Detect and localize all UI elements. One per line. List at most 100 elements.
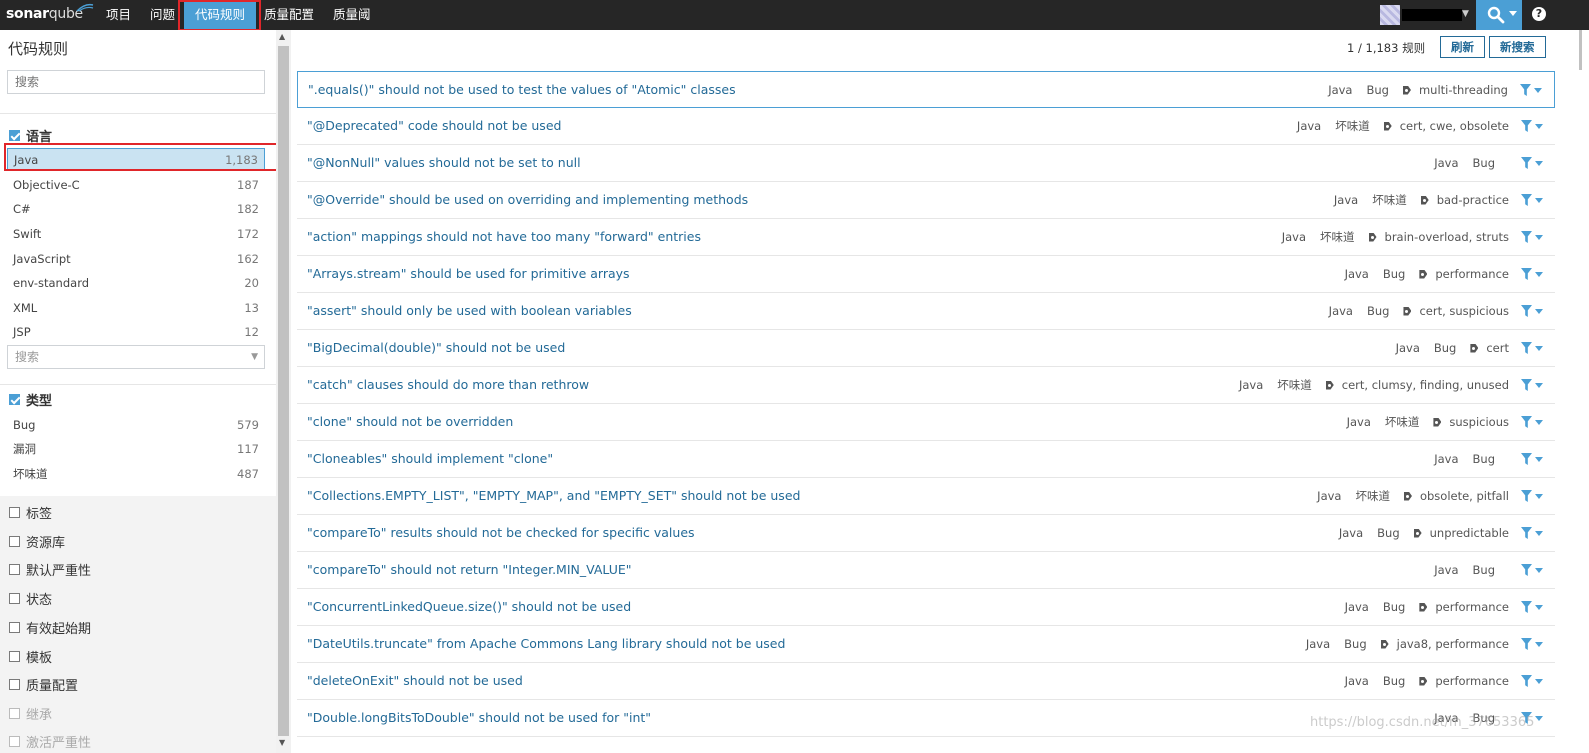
nav-projects[interactable]: 项目 [106,0,131,30]
rule-title-link[interactable]: "Arrays.stream" should be used for primi… [307,256,630,292]
facet-item-csharp[interactable]: C# 182 [7,198,265,220]
filter-dropdown-icon[interactable] [1520,84,1542,98]
rule-row[interactable]: "compareTo" should not return "Integer.M… [297,552,1555,589]
rule-title-link[interactable]: "catch" clauses should do more than reth… [307,367,589,403]
rule-row[interactable]: "Arrays.stream" should be used for primi… [297,256,1555,293]
rule-title-link[interactable]: "ConcurrentLinkedQueue.size()" should no… [307,589,631,625]
sonarqube-logo[interactable]: sonarqube [6,3,94,24]
filter-dropdown-icon[interactable] [1521,231,1543,245]
rule-tags[interactable]: suspicious [1449,404,1509,440]
rule-title-link[interactable]: ".equals()" should not be used to test t… [308,72,736,108]
checkbox-icon[interactable] [9,563,20,575]
rule-row[interactable]: "compareTo" results should not be checke… [297,515,1555,552]
checkbox-icon[interactable] [9,650,20,662]
facet-item-javascript[interactable]: JavaScript 162 [7,248,265,270]
facet-item-swift[interactable]: Swift 172 [7,223,265,245]
facet-item-jsp[interactable]: JSP 12 [7,321,265,343]
scrollbar-thumb[interactable] [1579,30,1582,70]
rule-row[interactable]: "clone" should not be overridden Java 坏味道 s… [297,404,1555,441]
filter-dropdown-icon[interactable] [1521,379,1543,393]
rule-tags[interactable]: performance [1435,589,1509,625]
facet-template-header[interactable]: 模板 [9,648,52,666]
rule-tags[interactable]: multi-threading [1419,72,1508,108]
rule-row[interactable]: "DateUtils.truncate" from Apache Commons… [297,626,1555,663]
rule-tags[interactable]: java8, performance [1397,626,1509,662]
rule-row[interactable]: "ConcurrentLinkedQueue.size()" should no… [297,589,1555,626]
filter-dropdown-icon[interactable] [1521,194,1543,208]
rule-title-link[interactable]: "@NonNull" values should not be set to n… [307,145,581,181]
scroll-down-icon[interactable]: ▼ [279,738,285,747]
filter-dropdown-icon[interactable] [1521,564,1543,578]
rule-title-link[interactable]: "BigDecimal(double)" should not be used [307,330,565,366]
nav-issues[interactable]: 问题 [150,0,175,30]
user-menu-caret-icon[interactable]: ▼ [1462,9,1469,19]
filter-dropdown-icon[interactable] [1521,342,1543,356]
filter-dropdown-icon[interactable] [1521,675,1543,689]
rule-tags[interactable]: unpredictable [1430,515,1509,551]
main-scrollbar[interactable] [1572,30,1589,753]
scroll-up-icon[interactable]: ▲ [279,32,285,41]
filter-dropdown-icon[interactable] [1521,490,1543,504]
rule-row[interactable]: "Cloneables" should implement "clone" Jav… [297,441,1555,478]
facet-status-header[interactable]: 状态 [9,590,52,608]
user-name-redacted[interactable] [1402,9,1462,21]
user-avatar[interactable] [1380,5,1400,25]
filter-dropdown-icon[interactable] [1521,527,1543,541]
facet-tags-header[interactable]: 标签 [9,504,52,522]
facet-quality-profile-header[interactable]: 质量配置 [9,676,78,694]
rule-title-link[interactable]: "deleteOnExit" should not be used [307,663,523,699]
checkbox-icon[interactable] [9,678,20,690]
filter-dropdown-icon[interactable] [1521,268,1543,282]
rule-row[interactable]: "@Override" should be used on overriding… [297,182,1555,219]
checkbox-icon[interactable] [9,506,20,518]
facet-item-env-standard[interactable]: env-standard 20 [7,272,265,294]
rule-title-link[interactable]: "Cloneables" should implement "clone" [307,441,553,477]
rule-tags[interactable]: cert [1486,330,1509,366]
checkbox-checked-icon[interactable] [9,129,20,141]
facet-item-objective-c[interactable]: Objective-C 187 [7,174,265,196]
rule-title-link[interactable]: "action" mappings should not have too ma… [307,219,701,255]
checkbox-icon[interactable] [9,535,20,547]
rule-title-link[interactable]: "@Override" should be used on overriding… [307,182,748,218]
filter-dropdown-icon[interactable] [1521,120,1543,134]
global-search-button[interactable] [1476,0,1522,30]
rule-title-link[interactable]: "@Deprecated" code should not be used [307,108,561,144]
rule-title-link[interactable]: "compareTo" should not return "Integer.M… [307,552,632,588]
filter-dropdown-icon[interactable] [1521,601,1543,615]
sidebar-scrollbar[interactable]: ▲ ▼ [276,30,291,753]
filter-dropdown-icon[interactable] [1521,416,1543,430]
rule-tags[interactable]: cert, suspicious [1419,293,1509,329]
rule-tags[interactable]: performance [1435,256,1509,292]
rule-row[interactable]: "@NonNull" values should not be set to n… [297,145,1555,182]
checkbox-icon[interactable] [9,621,20,633]
facet-item-bug[interactable]: Bug 579 [7,414,265,436]
checkbox-checked-icon[interactable] [9,393,20,405]
facet-item-java[interactable]: Java 1,183 [7,148,265,170]
scrollbar-thumb[interactable] [278,46,289,736]
facet-item-vulnerability[interactable]: 漏洞 117 [7,438,265,460]
rule-tags[interactable]: cert, clumsy, finding, unused [1342,367,1509,403]
facet-item-code-smell[interactable]: 坏味道 487 [7,463,265,485]
rule-tags[interactable]: obsolete, pitfall [1420,478,1509,514]
rule-row[interactable]: "action" mappings should not have too ma… [297,219,1555,256]
filter-dropdown-icon[interactable] [1521,305,1543,319]
rule-row[interactable]: "assert" should only be used with boolea… [297,293,1555,330]
rule-row[interactable]: ".equals()" should not be used to test t… [297,71,1555,108]
rule-row[interactable]: "BigDecimal(double)" should not be used J… [297,330,1555,367]
help-icon[interactable]: ? [1532,7,1546,21]
checkbox-icon[interactable] [9,592,20,604]
rule-tags[interactable]: cert, cwe, obsolete [1400,108,1509,144]
filter-dropdown-icon[interactable] [1521,157,1543,171]
rule-row[interactable]: "@Deprecated" code should not be used Jav… [297,108,1555,145]
facet-language-header[interactable]: 语言 [9,127,52,145]
new-search-button[interactable]: 新搜索 [1489,36,1546,58]
facet-default-severity-header[interactable]: 默认严重性 [9,561,91,579]
language-search-select[interactable]: 搜索 ▼ [7,345,265,369]
rule-row[interactable]: "catch" clauses should do more than reth… [297,367,1555,404]
rule-title-link[interactable]: "compareTo" results should not be checke… [307,515,695,551]
rule-title-link[interactable]: "Collections.EMPTY_LIST", "EMPTY_MAP", a… [307,478,800,514]
filter-dropdown-icon[interactable] [1521,453,1543,467]
nav-rules[interactable]: 代码规则 [184,0,257,30]
facet-type-header[interactable]: 类型 [9,391,52,409]
rule-row[interactable]: "deleteOnExit" should not be used Java Bug… [297,663,1555,700]
